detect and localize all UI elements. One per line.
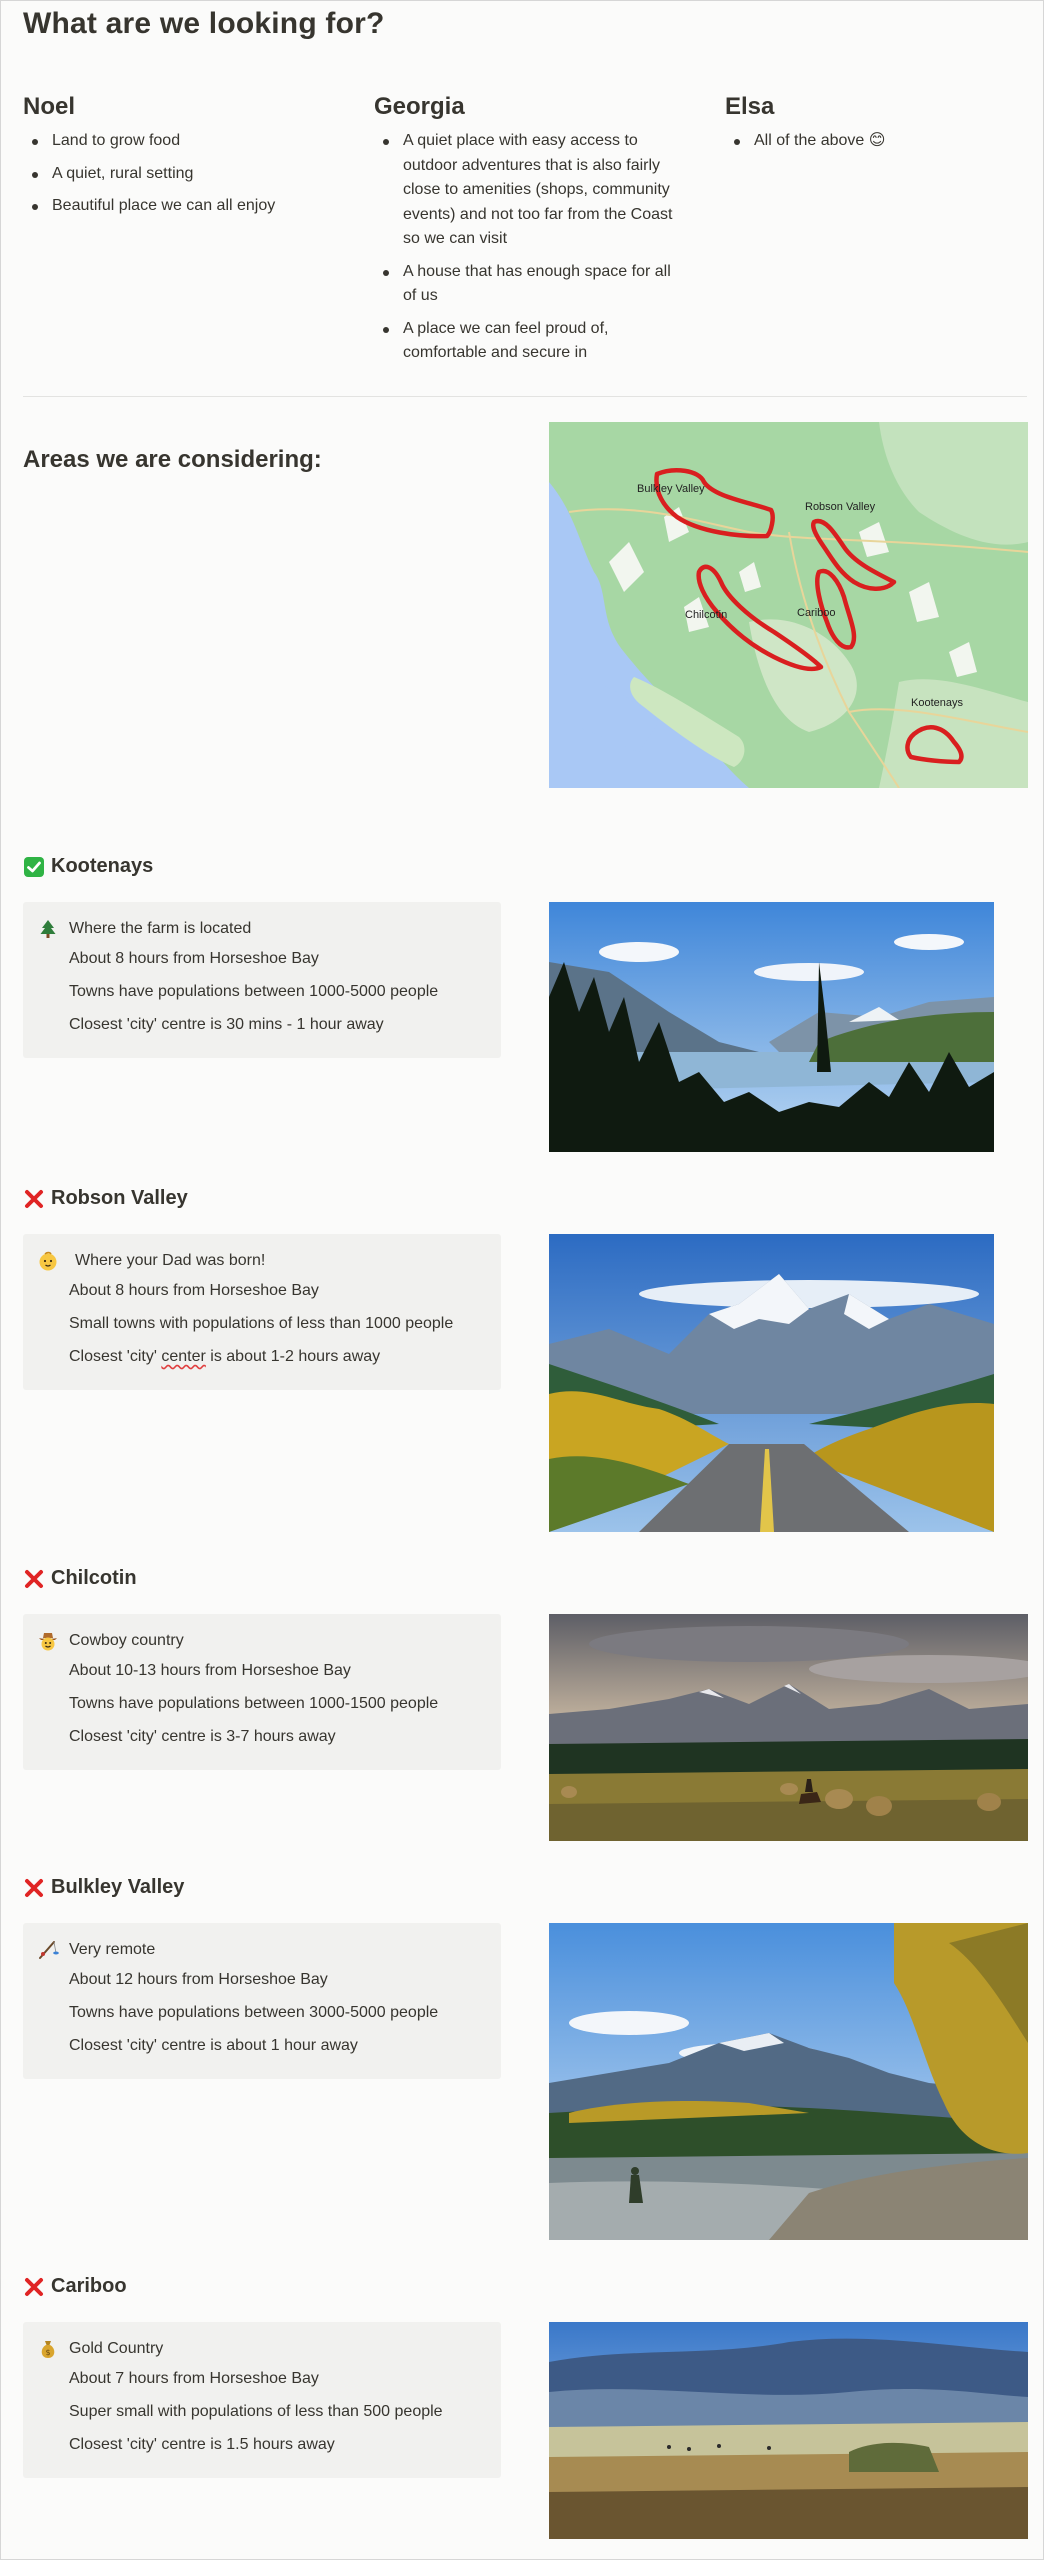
callout-line: About 7 hours from Horseshoe Bay — [69, 2370, 319, 2387]
map-label-chilcotin: Chilcotin — [685, 609, 727, 621]
kootenays-lake-photo — [549, 902, 994, 1152]
callout-line: Small towns with populations of less tha… — [69, 1315, 454, 1332]
callout-line: Closest 'city' center is about 1-2 hours… — [69, 1348, 381, 1365]
section-heading-chilcotin: Chilcotin — [23, 1567, 137, 1590]
map-label-cariboo: Cariboo — [797, 607, 836, 619]
section-heading-robson: Robson Valley — [23, 1187, 188, 1210]
page-frame: What are we looking for? Noel Land to gr… — [0, 0, 1044, 2560]
section-title: Cariboo — [51, 2275, 127, 2297]
callout-line: Gold Country — [69, 2340, 164, 2357]
callout-kootenays: Where the farm is located About 8 hours … — [23, 902, 501, 1058]
section-heading-cariboo: Cariboo — [23, 2275, 127, 2298]
bulkley-river-photo — [549, 1923, 1028, 2240]
callout-line: Closest 'city' centre is 30 mins - 1 hou… — [69, 1016, 384, 1033]
column-georgia: Georgia A quiet place with easy access t… — [374, 93, 674, 374]
callout-bulkley: Very remote About 12 hours from Horsesho… — [23, 1923, 501, 2079]
section-title: Bulkley Valley — [51, 1876, 185, 1898]
section-title: Chilcotin — [51, 1567, 137, 1589]
callout-line: Closest 'city' centre is about 1 hour aw… — [69, 2037, 358, 2054]
column-noel: Noel Land to grow food A quiet, rural se… — [23, 93, 343, 227]
callout-line: Towns have populations between 1000-5000… — [69, 983, 439, 1000]
fishing-rod-icon — [37, 1939, 59, 1961]
callout-line: About 10-13 hours from Horseshoe Bay — [69, 1662, 351, 1679]
callout-line: Cowboy country — [69, 1632, 184, 1649]
map-label-robson: Robson Valley — [805, 501, 876, 513]
list-item: A quiet place with easy access to outdoo… — [374, 129, 674, 252]
callout-line: About 8 hours from Horseshoe Bay — [69, 950, 319, 967]
areas-title: Areas we are considering: — [23, 446, 322, 473]
section-heading-kootenays: Kootenays — [23, 855, 153, 878]
robson-valley-photo — [549, 1234, 994, 1532]
callout-line: Closest 'city' centre is 1.5 hours away — [69, 2436, 335, 2453]
section-heading-bulkley: Bulkley Valley — [23, 1876, 184, 1899]
money-bag-icon: $ — [37, 2338, 59, 2360]
callout-cariboo: $ Gold Country About 7 hours from Horses… — [23, 2322, 501, 2478]
cariboo-grassland-photo — [549, 2322, 1028, 2539]
list-elsa: All of the above 😊 — [725, 129, 1025, 154]
callout-line: Super small with populations of less tha… — [69, 2403, 443, 2420]
check-mark-icon — [23, 856, 45, 878]
list-georgia: A quiet place with easy access to outdoo… — [374, 129, 674, 366]
cross-mark-icon — [23, 1188, 45, 1210]
section-title: Robson Valley — [51, 1187, 188, 1209]
list-item: A house that has enough space for all of… — [374, 260, 674, 309]
callout-line: About 8 hours from Horseshoe Bay — [69, 1282, 319, 1299]
callout-line: Very remote — [69, 1941, 156, 1958]
list-item: Land to grow food — [23, 129, 343, 154]
callout-line: Closest 'city' centre is 3-7 hours away — [69, 1728, 336, 1745]
callout-line: Where the farm is located — [69, 920, 252, 937]
baby-face-icon — [37, 1250, 59, 1272]
cross-mark-icon — [23, 1877, 45, 1899]
page-title: What are we looking for? — [23, 7, 385, 40]
callout-chilcotin: Cowboy country About 10-13 hours from Ho… — [23, 1614, 501, 1770]
list-item: All of the above 😊 — [725, 129, 1025, 154]
map-label-kootenays: Kootenays — [911, 697, 963, 709]
list-item: A place we can feel proud of, comfortabl… — [374, 317, 674, 366]
callout-line: Towns have populations between 3000-5000… — [69, 2004, 439, 2021]
section-title: Kootenays — [51, 855, 154, 877]
svg-text:$: $ — [45, 2348, 50, 2357]
cross-mark-icon — [23, 1568, 45, 1590]
callout-line: About 12 hours from Horseshoe Bay — [69, 1971, 328, 1988]
chilcotin-ranch-photo — [549, 1614, 1028, 1841]
person-name-elsa: Elsa — [725, 93, 775, 120]
callout-line: Towns have populations between 1000-1500… — [69, 1695, 439, 1712]
bc-regions-map: Bulkley Valley Robson Valley Chilcotin C… — [549, 422, 1028, 788]
spellcheck-word: center — [161, 1348, 206, 1365]
divider — [23, 396, 1027, 397]
person-name-noel: Noel — [23, 93, 76, 120]
list-noel: Land to grow food A quiet, rural setting… — [23, 129, 343, 219]
list-item: A quiet, rural setting — [23, 162, 343, 187]
map-label-bulkley: Bulkley Valley — [637, 483, 705, 495]
callout-line: Where your Dad was born! — [75, 1252, 266, 1269]
column-elsa: Elsa All of the above 😊 — [725, 93, 1025, 162]
tree-icon — [37, 918, 59, 940]
list-item: Beautiful place we can all enjoy — [23, 194, 343, 219]
cross-mark-icon — [23, 2276, 45, 2298]
person-name-georgia: Georgia — [374, 93, 465, 120]
callout-robson: Where your Dad was born! About 8 hours f… — [23, 1234, 501, 1390]
cowboy-face-icon — [37, 1630, 59, 1652]
